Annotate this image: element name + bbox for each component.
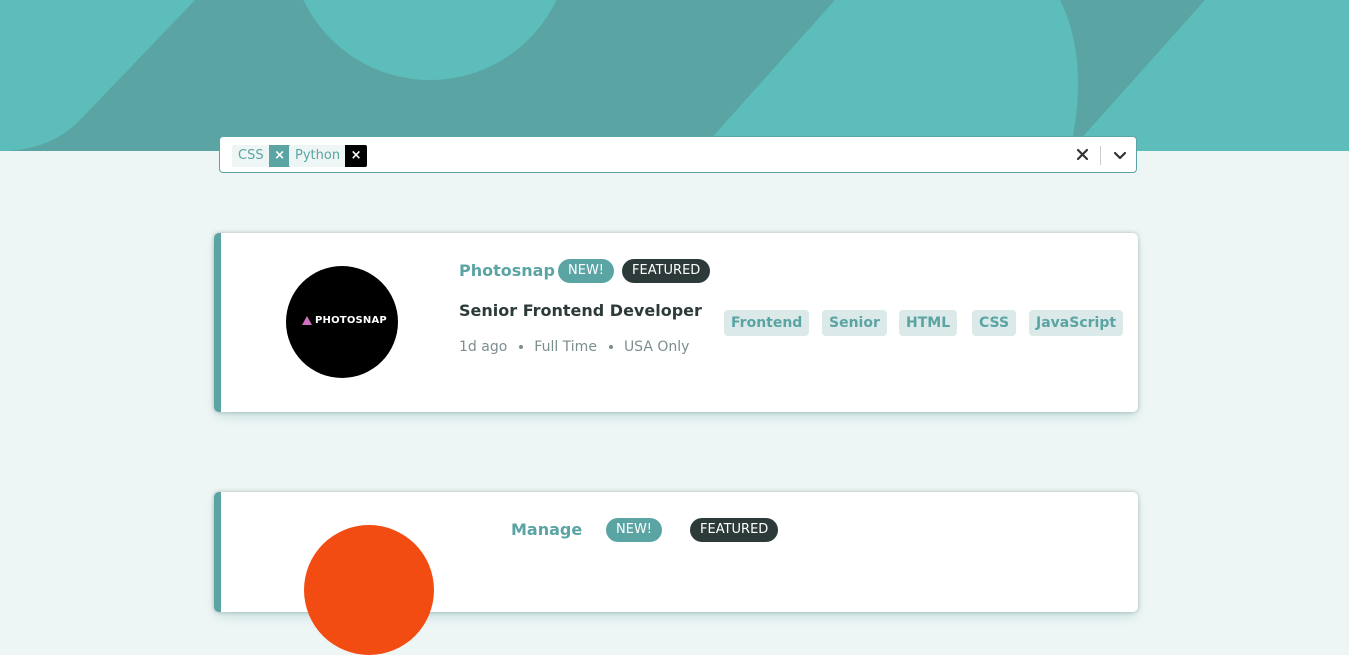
filter-chip-label: CSS [238,148,264,163]
featured-badge: FEATURED [622,259,711,283]
contract-type: Full Time [534,339,597,355]
job-position-title[interactable]: Senior Frontend Developer [459,301,702,320]
featured-badge: FEATURED [690,518,779,542]
tag-html[interactable]: HTML [899,310,958,336]
chevron-down-icon [1113,151,1127,160]
company-logo: PHOTOSNAP [286,266,398,378]
remove-filter-python-button[interactable]: × [345,145,368,167]
photosnap-triangle-icon [302,316,312,325]
tag-css[interactable]: CSS [972,310,1017,336]
job-meta: 1d ago Full Time USA Only [459,339,689,355]
new-badge: NEW! [558,259,615,283]
job-card: Manage NEW! FEATURED [214,492,1138,655]
job-card: PHOTOSNAP Photosnap NEW! FEATURED Senior… [214,233,1138,412]
posted-time: 1d ago [459,339,508,355]
meta-separator [519,345,524,349]
new-badge: NEW! [606,518,663,542]
job-location: USA Only [623,339,690,355]
company-logo-wordmark: PHOTOSNAP [302,315,387,326]
company-name[interactable]: Photosnap [459,261,555,280]
clear-filters-button[interactable] [1074,145,1092,165]
filter-bar-divider [1100,146,1101,165]
filter-chip-label: Python [295,148,341,163]
tag-frontend[interactable]: Frontend [724,310,810,336]
close-icon [1076,148,1089,161]
filter-chip-css: CSS × [232,145,291,167]
filter-bar[interactable]: CSS × Python × [219,136,1137,173]
filter-dropdown-button[interactable] [1109,145,1131,165]
company-logo-text: PHOTOSNAP [315,315,387,326]
header-banner [0,0,1349,151]
meta-separator [608,345,613,349]
company-name[interactable]: Manage [511,520,582,539]
header-pattern [0,0,1349,151]
tag-javascript[interactable]: JavaScript [1029,310,1124,336]
remove-filter-css-button[interactable]: × [268,145,291,167]
filter-chip-python: Python × [289,145,368,167]
tag-senior[interactable]: Senior [822,310,887,336]
company-logo [304,525,434,655]
